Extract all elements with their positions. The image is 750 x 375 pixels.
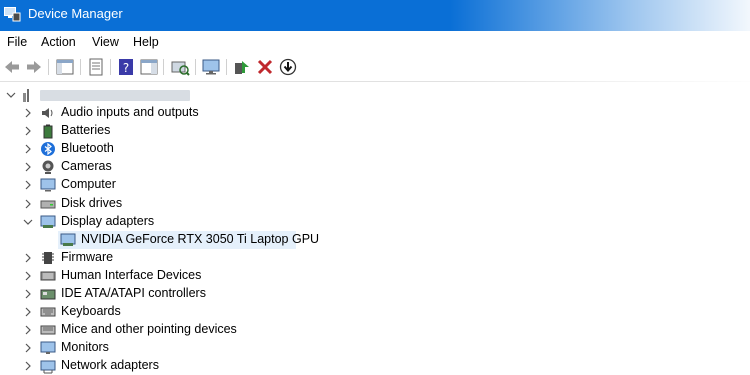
network-adapter-icon [40,358,56,374]
display-adapter-icon [40,214,56,230]
menu-file[interactable]: File [7,35,27,49]
tree-category[interactable]: Firmware [0,249,750,267]
chevron-right-icon[interactable] [23,108,33,118]
tree-item-label: Display adapters [61,213,155,228]
keyboard-icon [40,304,56,320]
chevron-right-icon[interactable] [23,307,33,317]
tree-category[interactable]: Disk drives [0,195,750,213]
hid-icon [40,268,56,284]
menu-view[interactable]: View [92,35,119,49]
tree-category[interactable]: Network adapters [0,357,750,375]
chevron-right-icon[interactable] [23,289,33,299]
update-driver-icon[interactable] [232,57,252,77]
bluetooth-icon [40,141,56,157]
chevron-right-icon[interactable] [23,361,33,371]
chevron-right-icon[interactable] [23,253,33,263]
device-tree: Audio inputs and outputs Batteries Bluetoo… [0,82,750,375]
mouse-icon [40,322,56,338]
tree-item-label: NVIDIA GeForce RTX 3050 Ti Laptop GPU [81,231,320,246]
tree-item-label: Disk drives [61,195,123,210]
forward-icon[interactable] [24,57,44,77]
chevron-down-icon[interactable] [23,217,33,227]
chevron-right-icon[interactable] [23,144,33,154]
chevron-right-icon[interactable] [23,126,33,136]
device-item[interactable]: NVIDIA GeForce RTX 3050 Ti Laptop GPU [0,230,750,249]
tree-category[interactable]: Mice and other pointing devices [0,321,750,339]
computer-icon [40,177,56,193]
tree-item-label: Network adapters [61,358,159,373]
camera-icon [40,159,56,175]
uninstall-icon[interactable] [255,57,275,77]
tree-item-label: Audio inputs and outputs [61,105,199,119]
back-icon[interactable] [2,57,22,77]
window-title: Device Manager [28,6,123,21]
tree-category[interactable]: Monitors [0,339,750,357]
title-bar: Device Manager [0,0,750,31]
properties-icon[interactable] [86,57,106,77]
chevron-right-icon[interactable] [23,271,33,281]
chevron-right-icon[interactable] [23,343,33,353]
battery-icon [40,123,56,139]
chevron-right-icon[interactable] [23,325,33,335]
tree-item-label: Keyboards [61,304,121,319]
chevron-right-icon[interactable] [23,199,33,209]
device-manager-icon [4,7,21,22]
tree-root[interactable] [0,86,750,104]
scan-hardware-icon[interactable] [170,57,190,77]
firmware-icon [40,250,56,266]
tree-item-label: Bluetooth [61,141,114,156]
monitor-icon[interactable] [201,57,221,77]
tree-category[interactable]: Batteries [0,122,750,140]
tree-category[interactable]: IDE ATA/ATAPI controllers [0,285,750,303]
tree-item-label: Mice and other pointing devices [61,322,237,337]
menu-bar: File Action View Help [0,31,750,53]
display-adapter-icon [60,232,76,248]
tree-item-label: Monitors [61,340,109,355]
properties-pane-icon[interactable] [55,57,75,77]
computer-root-icon [22,87,38,103]
tree-item-label: Computer [61,177,116,192]
root-computer-name-redacted [40,90,190,101]
menu-action[interactable]: Action [41,35,76,49]
chevron-right-icon[interactable] [23,180,33,190]
tree-category[interactable]: Human Interface Devices [0,267,750,285]
monitor-icon [40,340,56,356]
tree-item-label: IDE ATA/ATAPI controllers [61,286,206,300]
menu-help[interactable]: Help [133,35,159,49]
tree-category[interactable]: Keyboards [0,303,750,321]
ide-controller-icon [40,286,56,302]
disk-drive-icon [40,196,56,212]
speaker-icon [40,105,56,121]
tree-item-label: Batteries [61,123,111,138]
tree-category[interactable]: Computer [0,176,750,194]
svg-text:?: ? [123,61,129,75]
tree-category[interactable]: Audio inputs and outputs [0,104,750,122]
tree-category[interactable]: Cameras [0,158,750,176]
tree-item-label: Human Interface Devices [61,267,202,282]
disable-device-icon[interactable] [278,57,298,77]
console-tree-icon[interactable] [139,57,159,77]
toolbar: ? [0,53,750,82]
help-icon[interactable]: ? [116,57,136,77]
tree-item-label: Firmware [61,249,114,264]
tree-category[interactable]: Bluetooth [0,140,750,158]
tree-category[interactable]: Display adapters [0,213,750,231]
chevron-right-icon[interactable] [23,162,33,172]
chevron-down-icon[interactable] [6,90,16,100]
tree-item-label: Cameras [61,159,112,174]
